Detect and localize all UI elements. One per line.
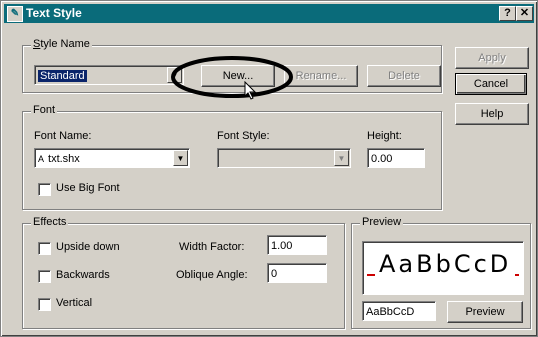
font-name-label: Font Name: bbox=[34, 130, 92, 142]
use-big-font-checkbox[interactable] bbox=[38, 183, 51, 196]
font-group-label: Font bbox=[31, 104, 58, 116]
width-factor-input[interactable]: 1.00 bbox=[267, 235, 327, 255]
backwards-label: Backwards bbox=[56, 269, 110, 281]
height-label: Height: bbox=[367, 130, 402, 142]
preview-group-label: Preview bbox=[360, 216, 404, 228]
font-style-dropdown[interactable]: ▼ bbox=[217, 148, 351, 168]
help-title-button[interactable]: ? bbox=[499, 6, 516, 21]
upside-down-checkbox[interactable] bbox=[38, 242, 51, 255]
style-name-value: Standard bbox=[38, 70, 87, 82]
style-name-group-label: Style Name bbox=[31, 38, 92, 50]
preview-button[interactable]: Preview bbox=[447, 301, 523, 323]
preview-sample-box: AaBbCcD bbox=[362, 241, 524, 295]
font-style-label: Font Style: bbox=[217, 130, 270, 142]
help-button[interactable]: Help bbox=[455, 103, 529, 125]
preview-sample-text: AaBbCcD bbox=[375, 250, 516, 278]
highlight-circle bbox=[171, 56, 293, 98]
app-icon: ✎ bbox=[7, 6, 23, 22]
preview-text-input[interactable]: AaBbCcD bbox=[362, 301, 436, 321]
effects-group-label: Effects bbox=[31, 216, 69, 228]
backwards-checkbox[interactable] bbox=[38, 270, 51, 283]
vertical-label: Vertical bbox=[56, 297, 93, 309]
delete-button[interactable]: Delete bbox=[367, 65, 441, 87]
cancel-button[interactable]: Cancel bbox=[455, 73, 527, 95]
vertical-checkbox[interactable] bbox=[38, 298, 51, 311]
width-factor-label: Width Factor: bbox=[179, 241, 245, 253]
text-style-dialog: ✎ Text Style ? ✕ Style Name Standard ▼ N… bbox=[0, 0, 538, 337]
title-bar: ✎ Text Style ? ✕ bbox=[4, 4, 534, 23]
height-input[interactable]: 0.00 bbox=[367, 148, 425, 168]
font-type-icon: A bbox=[38, 154, 45, 164]
close-button[interactable]: ✕ bbox=[516, 6, 533, 21]
style-name-dropdown[interactable]: Standard ▼ bbox=[34, 65, 184, 85]
oblique-angle-label: Oblique Angle: bbox=[176, 269, 248, 281]
rename-button[interactable]: Rename... bbox=[284, 65, 358, 87]
font-name-dropdown[interactable]: Atxt.shx ▼ bbox=[34, 148, 190, 168]
chevron-down-icon[interactable]: ▼ bbox=[173, 150, 188, 166]
chevron-down-icon[interactable]: ▼ bbox=[334, 150, 349, 166]
apply-button[interactable]: Apply bbox=[455, 47, 529, 69]
font-name-value: txt.shx bbox=[48, 153, 80, 165]
window-title: Text Style bbox=[26, 6, 82, 20]
mouse-cursor-icon bbox=[244, 81, 257, 100]
oblique-angle-input[interactable]: 0 bbox=[267, 263, 327, 283]
upside-down-label: Upside down bbox=[56, 241, 120, 253]
use-big-font-label: Use Big Font bbox=[56, 182, 120, 194]
